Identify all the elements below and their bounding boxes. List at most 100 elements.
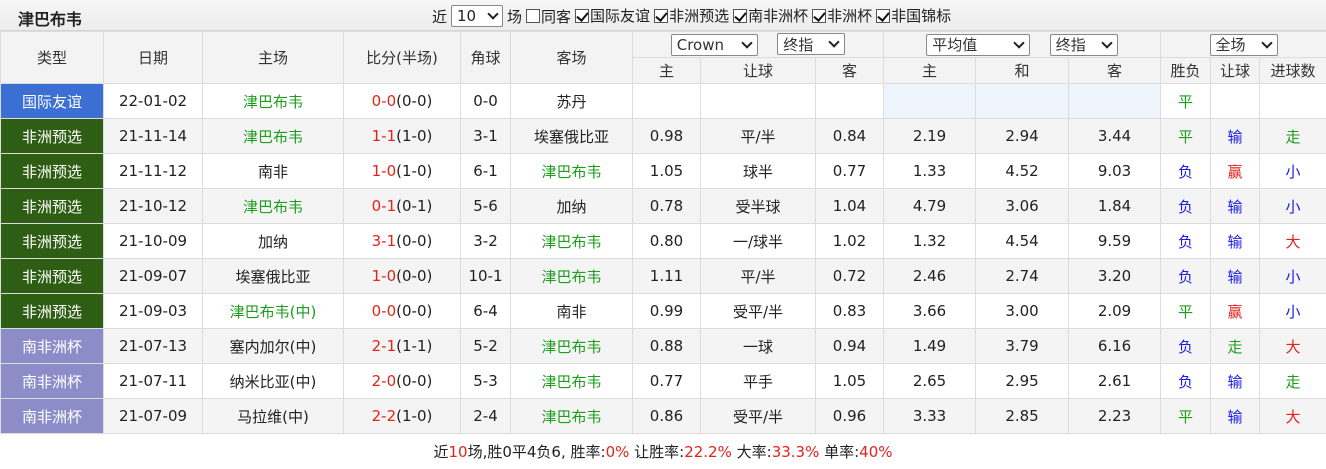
col-goals: 进球数 — [1259, 57, 1326, 84]
goals-result: 小 — [1259, 258, 1326, 294]
away-team[interactable]: 津巴布韦 — [510, 223, 633, 259]
avg-draw: 2.94 — [975, 118, 1070, 154]
home-team[interactable]: 埃塞俄比亚 — [202, 258, 344, 294]
match-count-select[interactable]: 10 — [451, 5, 504, 27]
home-team[interactable]: 津巴布韦 — [202, 118, 344, 154]
match-type[interactable]: 非洲预选 — [0, 293, 104, 329]
score-halftime: (1-0) — [396, 407, 433, 425]
col-odds-away: 客 — [814, 57, 885, 84]
match-type[interactable]: 南非洲杯 — [0, 398, 104, 434]
result-header: 全场 — [1160, 31, 1326, 58]
match-type[interactable]: 南非洲杯 — [0, 363, 104, 399]
match-type[interactable]: 非洲预选 — [0, 258, 104, 294]
corner-count: 6-1 — [460, 153, 511, 189]
home-team[interactable]: 加纳 — [202, 223, 344, 259]
score-cell[interactable]: 2-2(1-0) — [343, 398, 461, 434]
avg-win: 4.79 — [883, 188, 977, 224]
match-type[interactable]: 国际友谊 — [0, 83, 104, 119]
col-avg-win: 主 — [883, 57, 977, 84]
away-team[interactable]: 津巴布韦 — [510, 153, 633, 189]
away-team[interactable]: 苏丹 — [510, 83, 633, 119]
filter-option[interactable]: 国际友谊 — [571, 5, 650, 26]
score-cell[interactable]: 0-1(0-1) — [343, 188, 461, 224]
match-type[interactable]: 非洲预选 — [0, 153, 104, 189]
home-team[interactable]: 南非 — [202, 153, 344, 189]
avg-type-select[interactable]: 终指 — [1049, 33, 1118, 56]
avg-select[interactable]: 平均值 — [926, 33, 1031, 56]
home-team[interactable]: 津巴布韦(中) — [202, 293, 344, 329]
avg-header: 平均值 终指 — [883, 31, 1162, 58]
score-cell[interactable]: 2-0(0-0) — [343, 363, 461, 399]
filter-option[interactable]: 南非洲杯 — [729, 5, 808, 26]
handicap-result: 赢 — [1210, 153, 1261, 189]
match-type[interactable]: 非洲预选 — [0, 188, 104, 224]
odds-handicap: 平/半 — [700, 258, 816, 294]
col-type: 类型 — [0, 31, 104, 84]
corner-count: 5-3 — [460, 363, 511, 399]
chevron-down-icon — [487, 8, 499, 20]
score-cell[interactable]: 1-0(0-0) — [343, 258, 461, 294]
score-cell[interactable]: 0-0(0-0) — [343, 83, 461, 119]
filter-checkbox[interactable] — [812, 8, 827, 23]
score-cell[interactable]: 0-0(0-0) — [343, 293, 461, 329]
match-type[interactable]: 南非洲杯 — [0, 328, 104, 364]
big-rate: 33.3% — [771, 443, 820, 461]
score-fulltime: 1-0 — [371, 162, 397, 180]
odd-rate: 40% — [859, 443, 893, 461]
handicap-result: 输 — [1210, 223, 1261, 259]
away-team[interactable]: 津巴布韦 — [510, 363, 633, 399]
company-select[interactable]: Crown — [670, 33, 758, 56]
odds-handicap: 平手 — [700, 363, 816, 399]
home-team[interactable]: 津巴布韦 — [202, 188, 344, 224]
scope-select[interactable]: 全场 — [1209, 33, 1278, 56]
score-cell[interactable]: 3-1(0-0) — [343, 223, 461, 259]
filter-checkbox[interactable] — [654, 8, 669, 23]
filter-checkbox[interactable] — [876, 8, 891, 23]
home-team[interactable]: 津巴布韦 — [202, 83, 344, 119]
result: 负 — [1160, 188, 1212, 224]
same-host-checkbox[interactable] — [526, 9, 541, 23]
table-row: 非洲预选 21-09-03 津巴布韦(中) 0-0(0-0) 6-4 南非 0.99 受平/半… — [0, 293, 1326, 329]
chevron-down-icon — [1260, 36, 1273, 49]
match-date: 21-07-09 — [103, 398, 203, 434]
score-cell[interactable]: 1-1(1-0) — [343, 118, 461, 154]
same-host-option[interactable]: 同客 — [522, 6, 571, 27]
avg-win: 1.33 — [883, 153, 977, 189]
match-type[interactable]: 非洲预选 — [0, 118, 104, 154]
odds-home: 1.05 — [632, 153, 701, 189]
score-fulltime: 0-0 — [371, 92, 397, 110]
chevron-down-icon — [741, 37, 753, 49]
filter-option[interactable]: 非洲预选 — [650, 5, 729, 26]
away-team[interactable]: 埃塞俄比亚 — [510, 118, 633, 154]
filter-checkbox[interactable] — [733, 8, 748, 23]
avg-draw: 4.54 — [975, 223, 1070, 259]
away-team[interactable]: 南非 — [510, 293, 633, 329]
table-row: 非洲预选 21-09-07 埃塞俄比亚 1-0(0-0) 10-1 津巴布韦 1.11 平/半… — [0, 258, 1326, 294]
home-team[interactable]: 马拉维(中) — [202, 398, 344, 434]
away-team[interactable]: 津巴布韦 — [510, 328, 633, 364]
filter-option[interactable]: 非洲杯 — [808, 5, 872, 26]
table-row: 南非洲杯 21-07-11 纳米比亚(中) 2-0(0-0) 5-3 津巴布韦 0.77 平手… — [0, 363, 1326, 399]
home-team[interactable]: 纳米比亚(中) — [202, 363, 344, 399]
away-team[interactable]: 津巴布韦 — [510, 398, 633, 434]
table-row: 非洲预选 21-11-14 津巴布韦 1-1(1-0) 3-1 埃塞俄比亚 0.98 平/半 0… — [0, 118, 1326, 154]
home-team[interactable]: 塞内加尔(中) — [202, 328, 344, 364]
score-cell[interactable]: 1-0(1-0) — [343, 153, 461, 189]
odds-home: 0.86 — [632, 398, 701, 434]
filter-checkbox[interactable] — [575, 8, 590, 23]
away-team[interactable]: 津巴布韦 — [510, 258, 633, 294]
avg-lose: 2.23 — [1068, 398, 1162, 434]
match-type[interactable]: 非洲预选 — [0, 223, 104, 259]
result: 平 — [1160, 118, 1212, 154]
score-cell[interactable]: 2-1(1-1) — [343, 328, 461, 364]
odds-handicap: 受半球 — [700, 188, 816, 224]
col-date: 日期 — [103, 31, 203, 84]
col-avg-lose: 客 — [1068, 57, 1162, 84]
odds-home — [632, 83, 701, 119]
match-date: 21-10-12 — [103, 188, 203, 224]
odds-type-select[interactable]: 终指 — [777, 33, 846, 56]
score-fulltime: 0-1 — [371, 197, 397, 215]
filter-option[interactable]: 非国锦标 — [872, 5, 951, 26]
goals-result — [1259, 83, 1326, 119]
away-team[interactable]: 加纳 — [510, 188, 633, 224]
